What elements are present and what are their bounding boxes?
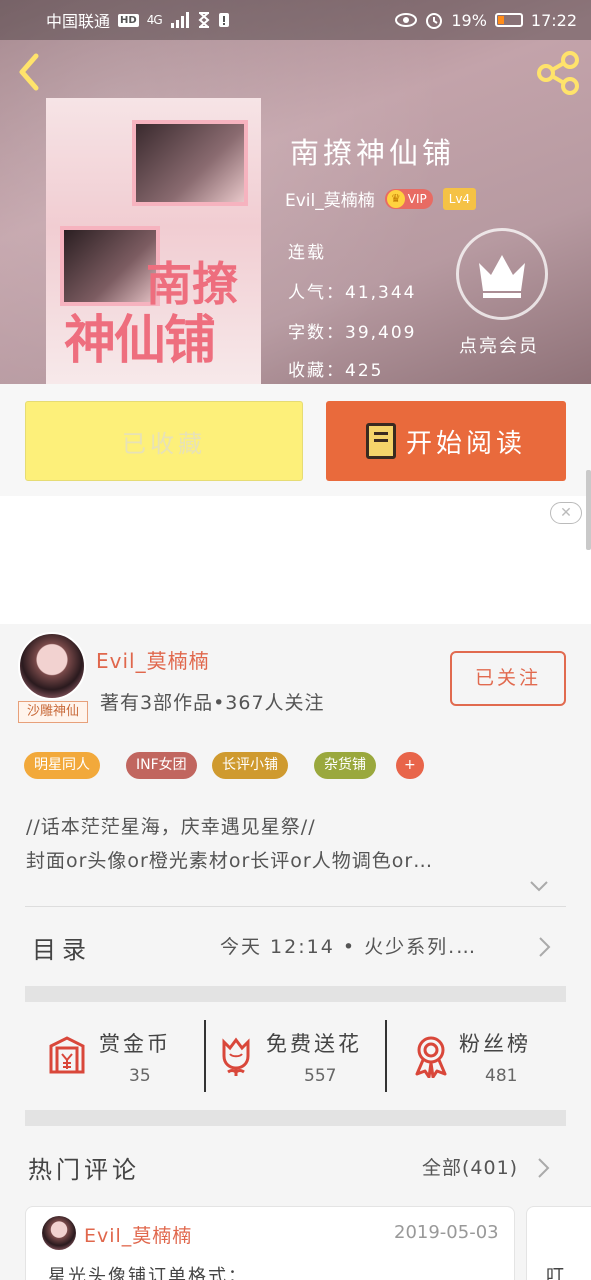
author-name[interactable]: Evil_莫楠楠 [96,645,210,674]
hourglass-icon [198,12,210,28]
word-count: 字数：39,409 [288,323,417,343]
network-label: 4G [146,13,163,27]
start-reading-button[interactable]: 开始阅读 [326,401,566,481]
stat-value: 35 [129,1066,151,1086]
start-reading-label: 开始阅读 [405,428,526,459]
hot-comments-title: 热门评论 [28,1156,140,1184]
crown-icon [479,255,525,298]
alarm-icon [426,13,443,29]
comment-text: 叮 [546,1266,564,1280]
favorite-count: 收藏：425 [288,361,384,381]
vip-cta-label: 点亮会员 [459,336,539,357]
coin-envelope-icon [49,1036,85,1074]
book-author-row: Evil_莫楠楠 ♛ VIP Lv4 [285,186,477,211]
signal-icon [170,12,189,28]
author-tag[interactable]: 明星同人 [24,752,100,779]
add-tag-button[interactable]: + [396,752,424,779]
author-tag[interactable]: 杂货铺 [314,752,376,779]
book-cover[interactable]: 南撩 神仙铺 [46,98,261,384]
battery-icon [494,13,523,27]
cover-photo [60,226,160,306]
divider [25,906,566,907]
comment-text: 星光头像铺订单格式： [48,1266,248,1280]
alert-icon [218,13,229,27]
chevron-down-icon[interactable] [528,878,550,894]
back-button[interactable] [14,52,50,92]
vip-label: VIP [407,191,427,206]
serial-status: 连载 [288,243,326,263]
all-comments-link[interactable]: 全部(401) [422,1153,518,1180]
divider [25,1110,566,1126]
clock: 17:22 [530,10,577,30]
favorited-button[interactable]: 已收藏 [25,401,303,481]
author-intro: //话本茫茫星海，庆幸遇见星祭// [26,816,316,838]
chevron-left-icon [19,53,39,91]
stat-value: 557 [304,1066,337,1086]
avatar[interactable] [18,632,86,700]
chevron-right-icon[interactable] [535,1156,551,1180]
vip-badge: ♛ VIP [384,188,433,209]
comment-author[interactable]: Evil_莫楠楠 [84,1221,192,1248]
book-title: 南撩神仙铺 [290,136,456,170]
fan-ranking-button[interactable]: 粉丝榜 481 [387,1020,567,1092]
stat-label: 免费送花 [266,1032,362,1056]
cover-photo [132,120,248,206]
send-flowers-button[interactable]: 免费送花 557 [206,1020,386,1092]
book-author[interactable]: Evil_莫楠楠 [285,186,375,211]
crown-icon: ♛ [386,189,405,208]
divider [25,986,566,1002]
author-tag[interactable]: INF女团 [126,752,197,779]
hd-badge: HD [118,13,139,27]
author-stats: 著有3部作品•367人关注 [100,692,325,714]
scrollbar[interactable] [586,470,591,550]
avatar-tag: 沙雕神仙 [18,701,88,723]
toc-latest-chapter[interactable]: 今天 12:14 • 火少系列.… [220,932,477,959]
medal-icon [415,1036,447,1078]
chevron-right-icon[interactable] [536,935,552,959]
ad-banner[interactable] [0,496,591,624]
level-badge: Lv4 [442,187,477,210]
avatar[interactable] [42,1216,76,1250]
share-icon [537,51,579,95]
reward-coins-button[interactable]: 赏金币 35 [25,1020,205,1092]
ad-close-button[interactable]: ✕ [550,502,582,524]
cover-title: 神仙铺 [64,311,216,371]
popularity: 人气：41,344 [288,283,417,303]
carrier-label: 中国联通 [46,12,111,31]
stat-label: 粉丝榜 [459,1032,531,1056]
follow-button[interactable]: 已关注 [450,651,566,706]
toc-label[interactable]: 目录 [32,930,92,965]
status-bar: 中国联通 HD 4G 19% 17:22 [0,0,591,40]
battery-percent: 19% [451,10,487,30]
author-tag[interactable]: 长评小铺 [212,752,288,779]
vip-membership-button[interactable] [456,228,548,320]
flower-icon [222,1037,250,1076]
share-button[interactable] [535,50,581,96]
eye-icon [395,13,418,27]
stat-label: 赏金币 [99,1032,171,1056]
author-intro: 封面or头像or橙光素材or长评or人物调色or… [26,850,434,872]
stat-value: 481 [485,1066,518,1086]
book-icon [365,423,396,459]
comment-date: 2019-05-03 [394,1222,499,1243]
